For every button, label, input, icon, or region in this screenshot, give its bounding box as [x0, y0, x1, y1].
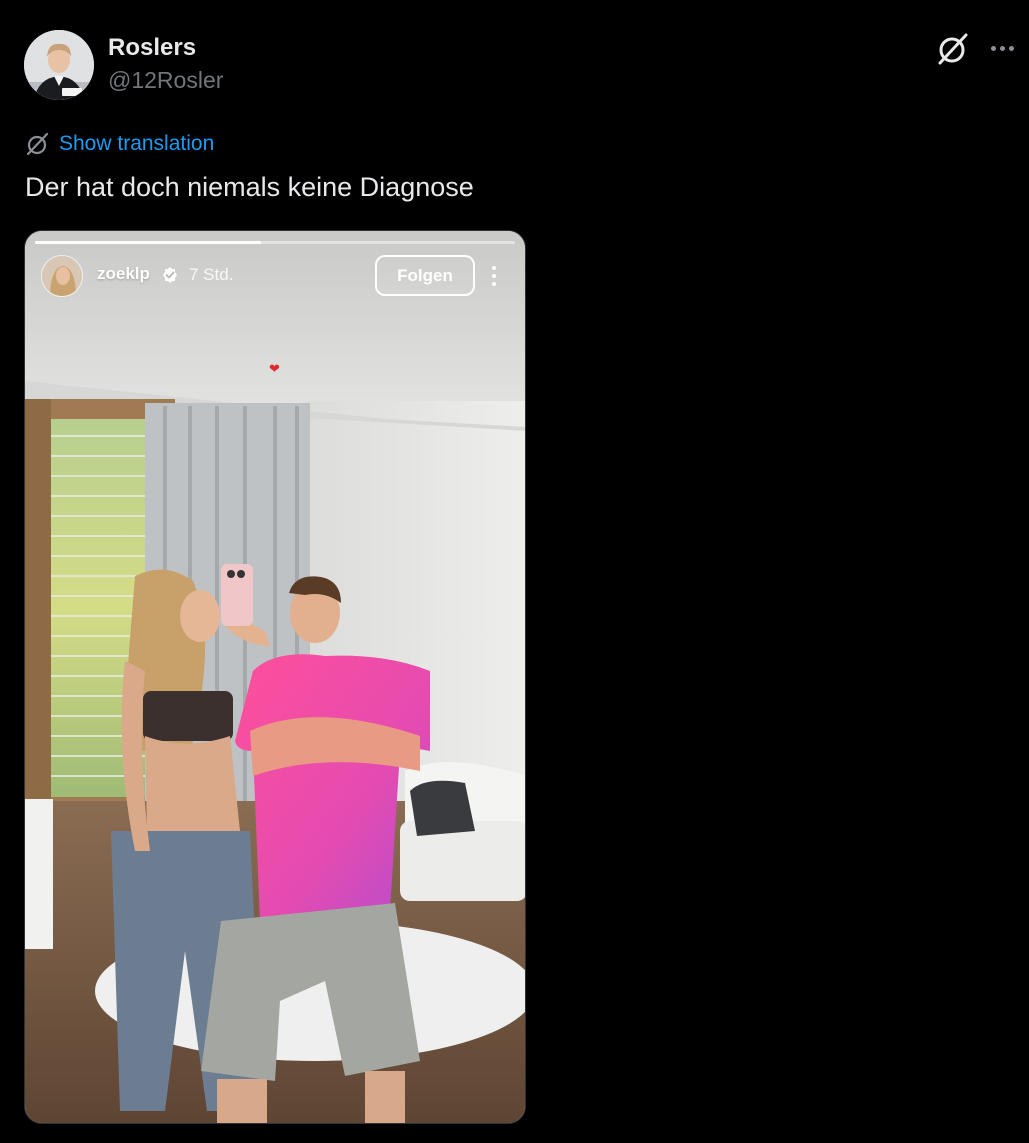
story-avatar[interactable] — [41, 255, 83, 297]
tweet-media-image[interactable]: zoeklp 7 Std. Folgen ❤ — [24, 230, 526, 1124]
translate-icon — [26, 132, 49, 156]
grok-icon — [938, 33, 968, 65]
story-progress-bar — [35, 241, 515, 244]
grok-button[interactable] — [934, 30, 972, 68]
tweet-text: Der hat doch niemals keine Diagnose — [25, 172, 474, 202]
story-username[interactable]: zoeklp — [97, 264, 150, 284]
story-progress-fill — [35, 241, 261, 244]
story-avatar-image — [42, 256, 82, 296]
author-avatar[interactable] — [24, 30, 94, 100]
show-translation-label: Show translation — [59, 132, 215, 155]
author-avatar-image — [24, 30, 94, 100]
follow-button[interactable]: Folgen — [375, 255, 475, 296]
story-time: 7 Std. — [189, 265, 234, 284]
more-options-icon — [990, 45, 1014, 51]
heart-icon: ❤ — [269, 361, 280, 376]
author-handle[interactable]: @12Rosler — [108, 63, 223, 97]
story-more-options-icon[interactable] — [487, 261, 501, 291]
author-name[interactable]: Roslers — [108, 33, 223, 63]
show-translation-link[interactable]: Show translation — [25, 131, 214, 157]
author-info[interactable]: Roslers @12Rosler — [108, 33, 223, 97]
more-options-button[interactable] — [984, 34, 1020, 62]
verified-badge-icon — [163, 267, 177, 283]
